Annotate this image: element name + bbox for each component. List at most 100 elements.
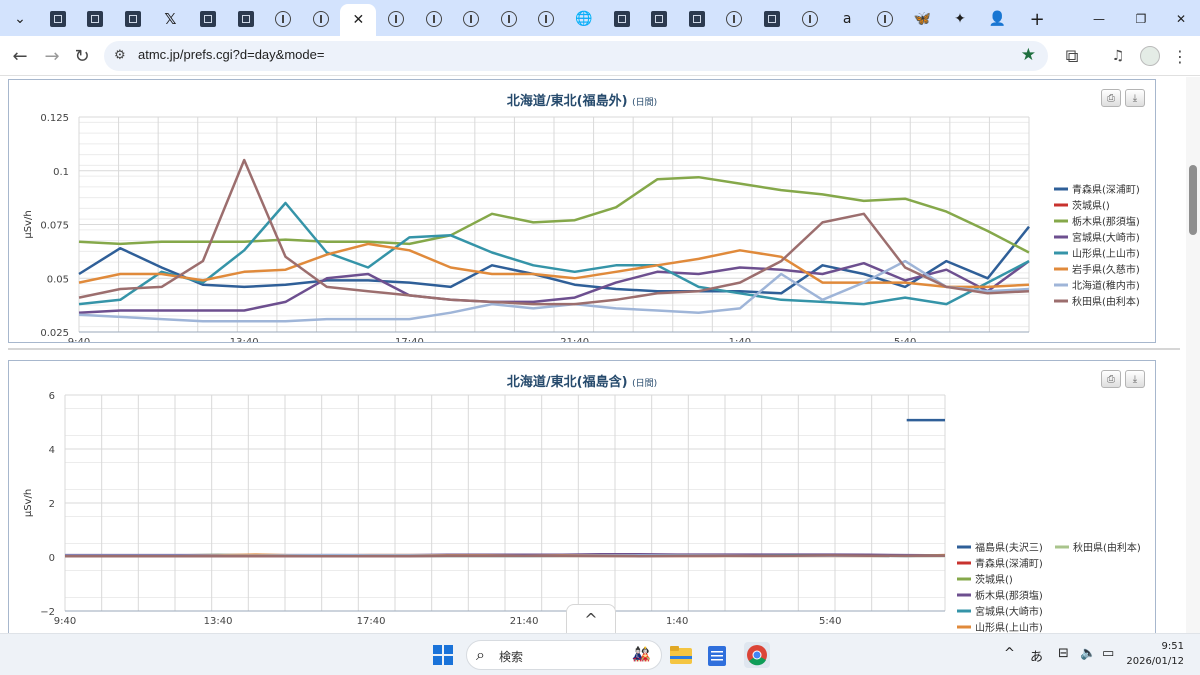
x-tick-label: 9:40 — [68, 337, 90, 342]
tab-atmc-icon[interactable] — [679, 5, 715, 33]
series-line — [65, 554, 946, 558]
tab-atmc-icon[interactable] — [190, 5, 226, 33]
file-explorer-icon[interactable] — [668, 642, 694, 668]
notepad-icon[interactable] — [704, 642, 730, 668]
tab-atmc-icon[interactable] — [641, 5, 677, 33]
chevron-up-icon: ^ — [584, 609, 598, 629]
scroll-top-button[interactable]: ^ — [566, 604, 616, 633]
tab-sparkle-icon[interactable]: ✦ — [942, 5, 978, 33]
search-icon: ⌕ — [476, 645, 485, 664]
window-close-button[interactable]: ✕ — [1166, 5, 1196, 33]
tray-chevron-up-icon[interactable]: ^ — [1004, 646, 1015, 661]
bookmark-star-icon[interactable]: ★ — [1021, 45, 1036, 65]
x-tick-label: 1:40 — [729, 337, 751, 342]
globe-icon: 🌐 — [575, 11, 593, 27]
page-scrollbar[interactable] — [1186, 77, 1200, 633]
tab-globe-icon[interactable]: 🌐 — [566, 5, 602, 33]
tab-circle-info-icon[interactable] — [491, 5, 527, 33]
tab-circle-info-icon[interactable] — [265, 5, 301, 33]
tab-amazon-icon[interactable]: a — [829, 5, 865, 33]
network-icon[interactable]: ⊟ — [1058, 646, 1069, 661]
ime-indicator[interactable]: あ — [1030, 646, 1043, 665]
legend-item: 宮城県(大崎市) — [1072, 231, 1140, 244]
system-clock[interactable]: 9:51 2026/01/12 — [1126, 639, 1184, 669]
tab-circle-info-icon[interactable] — [867, 5, 903, 33]
site-info-icon[interactable]: ⚙ — [114, 48, 126, 63]
tab-circle-info-icon[interactable] — [453, 5, 489, 33]
menu-icon[interactable]: ⋮ — [1166, 42, 1194, 70]
legend-item: 栃木県(那須塩) — [975, 589, 1043, 602]
y-tick-label: 2 — [49, 499, 55, 510]
tab-atmc-icon[interactable] — [40, 5, 76, 33]
legend-item: 北海道(稚内市) — [1072, 279, 1140, 292]
back-button[interactable]: ← — [6, 42, 34, 70]
x-tick-label: 21:40 — [560, 337, 589, 342]
circle-info-icon — [388, 11, 404, 27]
window-restore-button[interactable]: ❐ — [1126, 5, 1156, 33]
volume-icon[interactable]: 🔈 — [1080, 646, 1096, 661]
x-tick-label: 17:40 — [357, 616, 386, 627]
tab-atmc-icon[interactable] — [604, 5, 640, 33]
y-tick-label: 6 — [49, 391, 55, 402]
legend-item: 秋田県(由利本) — [1073, 541, 1141, 554]
tab-circle-info-icon[interactable] — [792, 5, 828, 33]
extensions-icon[interactable]: ⧉ — [1058, 42, 1086, 70]
search-highlight-icon: 🎎 — [632, 645, 651, 663]
atmc-icon — [613, 11, 630, 27]
clock-time: 9:51 — [1161, 641, 1184, 652]
y-tick-label: 4 — [49, 445, 55, 456]
y-tick-label: 0.075 — [40, 221, 69, 232]
legend-item: 岩手県(久慈市) — [1072, 263, 1140, 276]
x-tick-label: 5:40 — [819, 616, 841, 627]
tab-circle-info-icon[interactable] — [378, 5, 414, 33]
taskbar-search[interactable]: ⌕ 検索 🎎 — [466, 640, 662, 670]
tab-circle-info-icon[interactable] — [716, 5, 752, 33]
tab-circle-info-icon[interactable] — [528, 5, 564, 33]
tab-atmc-icon[interactable] — [228, 5, 264, 33]
legend-item: 秋田県(由利本) — [1072, 295, 1140, 308]
media-control-icon[interactable]: ♫ — [1104, 42, 1132, 70]
y-tick-label: 0.125 — [40, 113, 69, 124]
browser-toolbar: ← → ↻ ⚙ atmc.jp/prefs.cgi?d=day&mode= ★ … — [0, 36, 1200, 76]
legend-item: 福島県(夫沢三) — [975, 541, 1043, 554]
tab-avatar-icon[interactable]: 👤 — [980, 5, 1016, 33]
scrollbar-thumb[interactable] — [1189, 165, 1197, 235]
x-tick-label: 17:40 — [395, 337, 424, 342]
circle-info-icon — [500, 11, 517, 27]
amazon-icon: a — [842, 11, 852, 27]
chrome-icon[interactable] — [744, 642, 770, 668]
tab-circle-info-icon[interactable] — [416, 5, 452, 33]
circle-info-icon — [425, 11, 442, 27]
window-minimize-button[interactable]: — — [1084, 5, 1114, 33]
tab-atmc-icon[interactable] — [77, 5, 113, 33]
profile-avatar-icon[interactable] — [1136, 42, 1164, 70]
avatar-icon: 👤 — [988, 11, 1007, 27]
legend-item: 栃木県(那須塩) — [1072, 215, 1140, 228]
tab-butterfly-icon[interactable]: 🦋 — [904, 5, 940, 33]
y-tick-label: 0.05 — [47, 274, 69, 285]
tab-circle-info-icon[interactable] — [303, 5, 339, 33]
reload-button[interactable]: ↻ — [68, 42, 96, 70]
section-divider — [8, 348, 1180, 350]
page-content: 北海道/東北(福島外) (日間) ⎙ ⤓ 0.125 0.1 0.075 0.05 0.… — [0, 77, 1186, 633]
circle-info-icon — [726, 11, 743, 27]
legend-item: 青森県(深浦町) — [975, 557, 1043, 570]
new-tab-button[interactable]: + — [1019, 5, 1055, 33]
chart-panel-top: 北海道/東北(福島外) (日間) ⎙ ⤓ 0.125 0.1 0.075 0.05 0.… — [8, 79, 1156, 343]
tab-atmc-icon[interactable] — [115, 5, 151, 33]
windows-start-icon[interactable] — [430, 642, 456, 668]
circle-info-icon — [538, 11, 555, 27]
address-bar[interactable]: ⚙ atmc.jp/prefs.cgi?d=day&mode= ★ — [104, 41, 1048, 71]
y-tick-label: 0.1 — [53, 167, 69, 178]
tab-atmc-icon[interactable] — [754, 5, 790, 33]
atmc-icon — [49, 11, 66, 27]
atmc-icon — [688, 11, 705, 27]
sparkle-icon: ✦ — [954, 11, 966, 27]
tab-close-icon[interactable]: ✕ — [340, 4, 377, 36]
tab-x-icon[interactable]: 𝕏 — [152, 5, 188, 33]
close-icon: ✕ — [352, 12, 365, 28]
forward-button[interactable]: → — [38, 42, 66, 70]
tab-dropdown-icon[interactable]: ⌄ — [2, 5, 38, 33]
battery-icon[interactable]: ▭ — [1102, 646, 1114, 661]
legend-item: 茨城県() — [1072, 199, 1110, 212]
